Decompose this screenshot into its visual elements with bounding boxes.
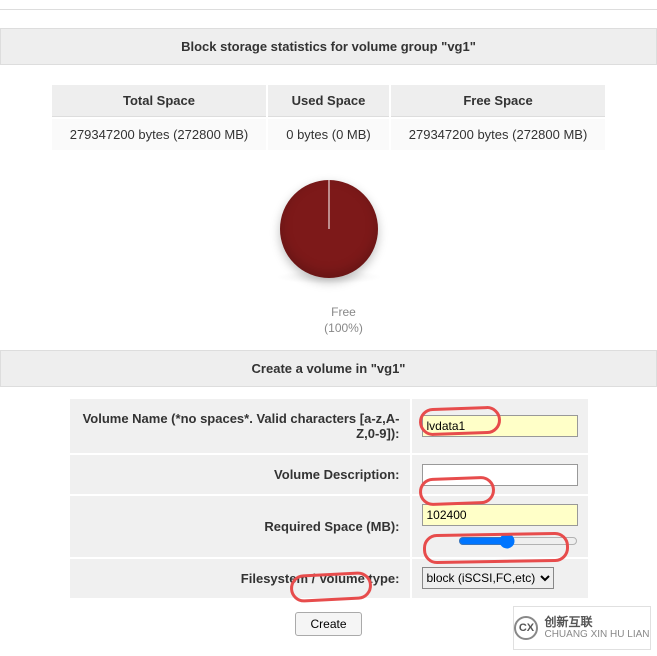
create-form: Volume Name (*no spaces*. Valid characte… xyxy=(68,397,590,600)
legend-label: Free xyxy=(331,305,356,319)
legend-pct: (100%) xyxy=(324,321,363,335)
cell-total: 279347200 bytes (272800 MB) xyxy=(52,119,267,150)
watermark-en: CHUANG XIN HU LIAN xyxy=(544,629,649,640)
create-header: Create a volume in "vg1" xyxy=(0,350,657,387)
cell-free: 279347200 bytes (272800 MB) xyxy=(391,119,606,150)
label-fs-type: Filesystem / Volume type: xyxy=(70,559,410,598)
watermark: CX 创新互联 CHUANG XIN HU LIAN xyxy=(513,606,651,650)
label-volume-name: Volume Name (*no spaces*. Valid characte… xyxy=(70,399,410,453)
label-volume-desc: Volume Description: xyxy=(70,455,410,494)
watermark-logo: CX xyxy=(514,616,538,640)
stats-table: Total Space Used Space Free Space 279347… xyxy=(50,83,608,152)
volume-name-input[interactable] xyxy=(422,415,578,437)
pie-legend: Free (100%) xyxy=(0,305,657,336)
col-used: Used Space xyxy=(268,85,389,117)
col-free: Free Space xyxy=(391,85,606,117)
pie-chart: Free (100%) xyxy=(0,180,657,336)
stats-header: Block storage statistics for volume grou… xyxy=(0,28,657,65)
fs-type-select[interactable]: block (iSCSI,FC,etc) xyxy=(422,567,554,589)
required-space-input[interactable] xyxy=(422,504,578,526)
label-required-space: Required Space (MB): xyxy=(70,496,410,557)
watermark-cn: 创新互联 xyxy=(544,616,649,629)
space-slider[interactable] xyxy=(458,533,578,549)
table-row: 279347200 bytes (272800 MB) 0 bytes (0 M… xyxy=(52,119,606,150)
volume-desc-input[interactable] xyxy=(422,464,578,486)
pie-slice-free xyxy=(280,180,378,278)
cell-used: 0 bytes (0 MB) xyxy=(268,119,389,150)
top-divider xyxy=(0,0,657,10)
create-button[interactable]: Create xyxy=(295,612,361,636)
col-total: Total Space xyxy=(52,85,267,117)
table-header-row: Total Space Used Space Free Space xyxy=(52,85,606,117)
